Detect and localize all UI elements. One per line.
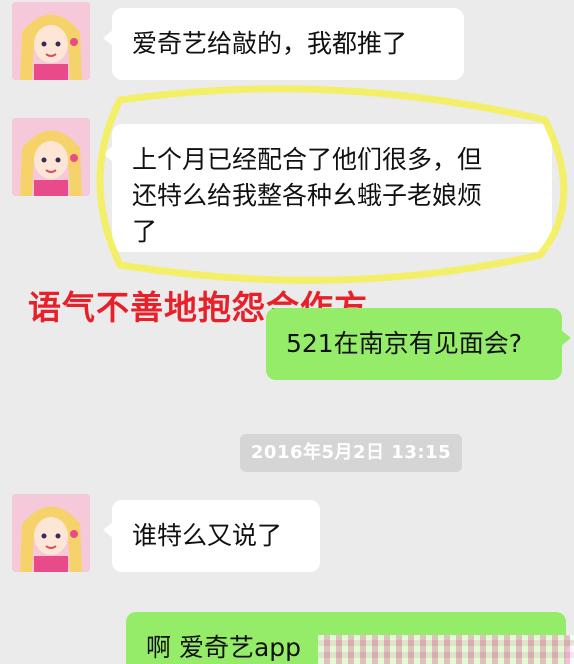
message-text: 521在南京有见面会? [286,329,522,358]
message-bubble-incoming[interactable]: 谁特么又说了 [103,500,320,572]
message-text-line: 还特么给我整各种幺蛾子老娘烦 [132,181,483,210]
message-text: 啊 爱奇艺app [146,633,302,662]
contact-avatar[interactable] [12,494,90,572]
message-text: 谁特么又说了 [132,521,283,550]
message-text-line: 了 [132,217,158,246]
message-bubble-outgoing[interactable]: 521在南京有见面会? [266,308,571,380]
message-text: 爱奇艺给敲的，我都推了 [132,29,408,58]
anime-girl-avatar-icon [12,494,90,572]
message-bubble-incoming[interactable]: 上个月已经配合了他们很多，但 还特么给我整各种幺蛾子老娘烦 了 [103,124,552,252]
timestamp-badge: 2016年5月2日 13:15 [240,434,462,472]
contact-avatar[interactable] [12,2,90,80]
message-bubble-incoming[interactable]: 爱奇艺给敲的，我都推了 [103,8,464,80]
anime-girl-avatar-icon [12,118,90,196]
censor-mosaic [318,635,574,664]
anime-girl-avatar-icon [12,2,90,80]
contact-avatar[interactable] [12,118,90,196]
message-text-line: 上个月已经配合了他们很多，但 [132,145,483,174]
